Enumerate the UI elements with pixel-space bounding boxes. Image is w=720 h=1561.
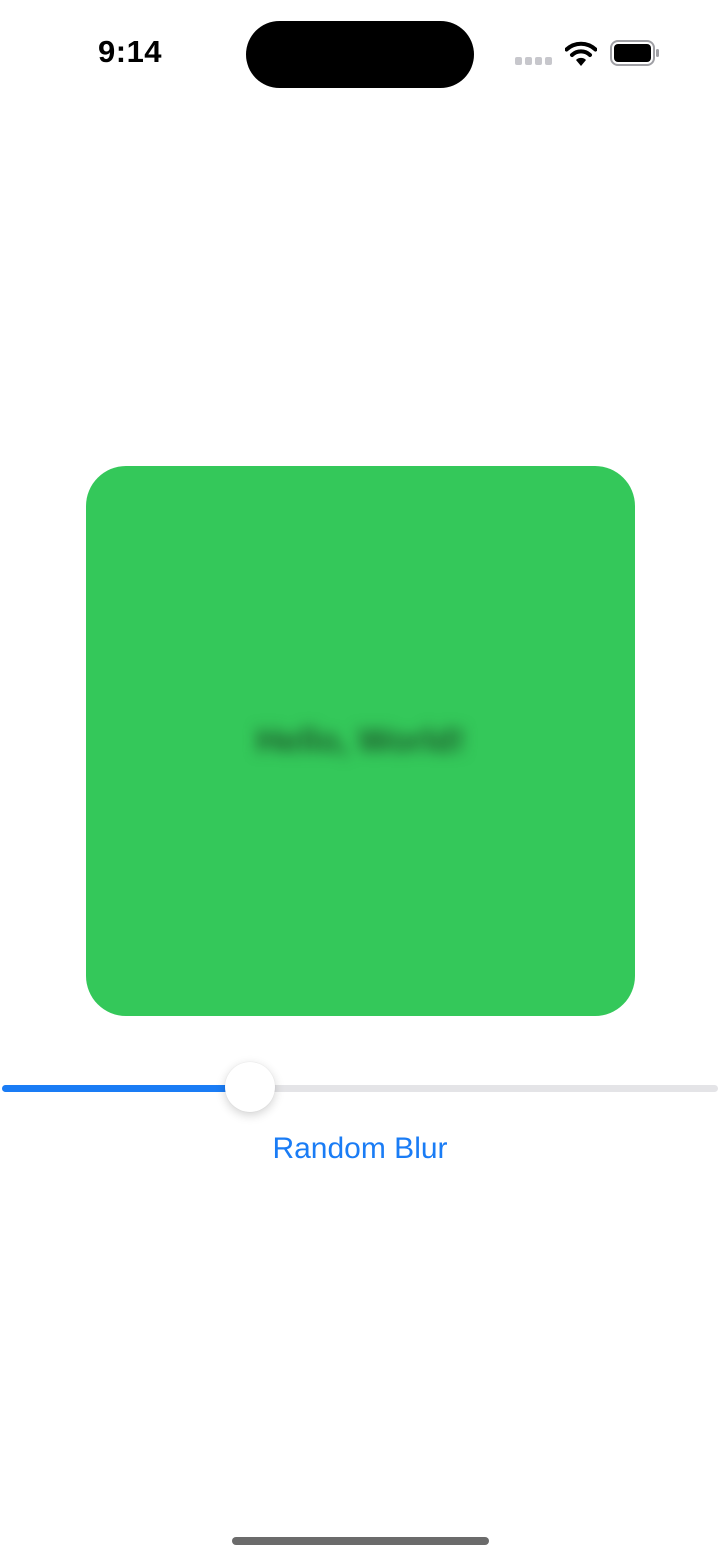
random-blur-button[interactable]: Random Blur [0, 1132, 720, 1166]
battery-icon [610, 40, 659, 66]
dynamic-island [246, 21, 474, 88]
blur-slider[interactable] [2, 1062, 718, 1114]
wifi-icon [565, 41, 597, 66]
blurred-text: Hello, World! [255, 721, 466, 760]
cellular-signal-icon [515, 57, 552, 65]
blur-card: Hello, World! [86, 466, 635, 1016]
status-time: 9:14 [98, 34, 163, 69]
slider-fill [2, 1085, 250, 1092]
home-indicator [232, 1537, 489, 1545]
slider-thumb[interactable] [224, 1062, 275, 1112]
